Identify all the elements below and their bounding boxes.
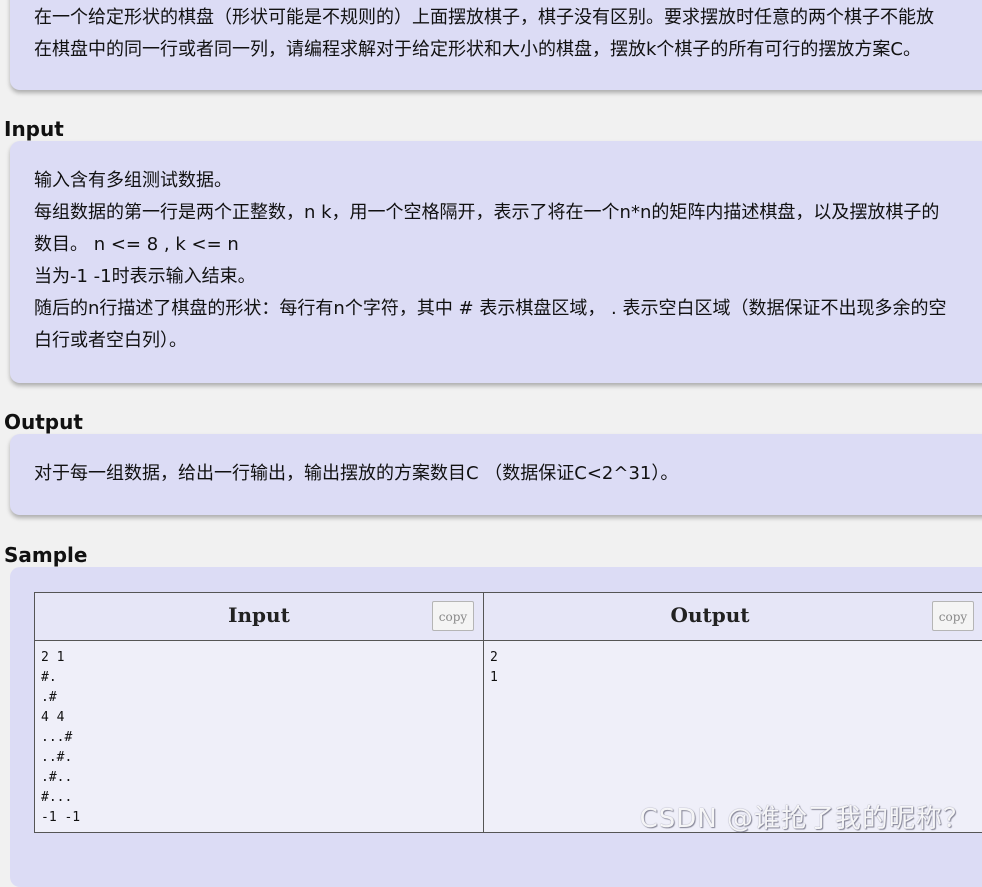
- input-line: 每组数据的第一行是两个正整数，n k，用一个空格隔开，表示了将在一个n*n的矩阵…: [34, 202, 940, 223]
- sample-output-column: Output copy 2 1: [484, 593, 982, 832]
- sample-output-title: Output: [670, 603, 750, 627]
- sample-input-header: Input copy: [35, 593, 483, 641]
- input-description: 输入含有多组测试数据。 每组数据的第一行是两个正整数，n k，用一个空格隔开，表…: [34, 165, 982, 357]
- input-line: 随后的n行描述了棋盘的形状：每行有n个字符，其中 # 表示棋盘区域， . 表示空…: [34, 298, 947, 319]
- input-line: 当为-1 -1时表示输入结束。: [34, 266, 256, 287]
- description-line: 在棋盘中的同一行或者同一列，请编程求解对于给定形状和大小的棋盘，摆放k个棋子的所…: [34, 39, 921, 60]
- sample-output-code[interactable]: 2 1: [490, 648, 498, 688]
- output-section-title: Output: [4, 410, 83, 434]
- sample-input-code[interactable]: 2 1 #. .# 4 4 ...# ..#. .#.. #... -1 -1: [41, 648, 80, 828]
- copy-output-button[interactable]: copy: [932, 601, 974, 631]
- csdn-watermark: CSDN @谁抢了我的昵称？: [639, 804, 970, 834]
- input-section-title: Input: [4, 117, 64, 141]
- problem-description: 在一个给定形状的棋盘（形状可能是不规则的）上面摆放棋子，棋子没有区别。要求摆放时…: [34, 2, 982, 66]
- description-line: 在一个给定形状的棋盘（形状可能是不规则的）上面摆放棋子，棋子没有区别。要求摆放时…: [34, 7, 934, 28]
- sample-section-title: Sample: [4, 543, 88, 567]
- input-line: 白行或者空白列）。: [34, 330, 187, 351]
- input-line: 数目。 n <= 8 , k <= n: [34, 234, 239, 255]
- output-description: 对于每一组数据，给出一行输出，输出摆放的方案数目C （数据保证C<2^31）。: [34, 458, 982, 490]
- sample-input-column: Input copy 2 1 #. .# 4 4 ...# ..#. .#.. …: [35, 593, 484, 832]
- sample-output-header: Output copy: [484, 593, 982, 641]
- sample-table: Input copy 2 1 #. .# 4 4 ...# ..#. .#.. …: [34, 592, 982, 833]
- input-line: 输入含有多组测试数据。: [34, 170, 232, 191]
- copy-input-button[interactable]: copy: [432, 601, 474, 631]
- output-line: 对于每一组数据，给出一行输出，输出摆放的方案数目C （数据保证C<2^31）。: [34, 463, 679, 484]
- sample-input-title: Input: [228, 603, 290, 627]
